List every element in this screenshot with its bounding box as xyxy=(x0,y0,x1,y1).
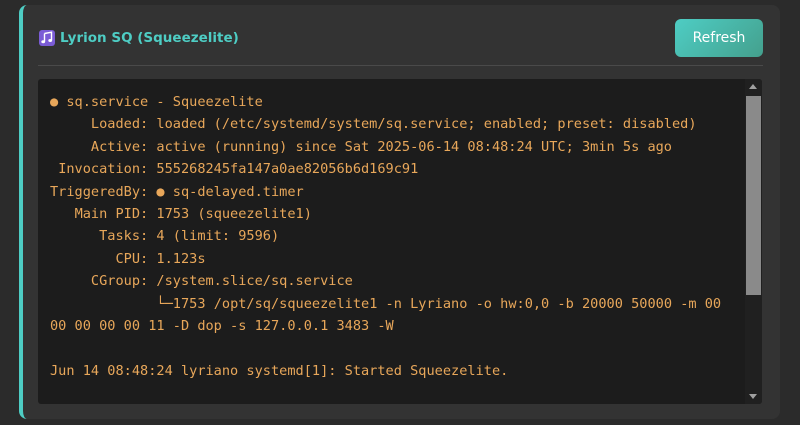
log-line: Loaded: loaded (/etc/systemd/system/sq.s… xyxy=(50,116,697,133)
log-scrollbar[interactable] xyxy=(745,79,762,404)
log-line: └─1753 /opt/sq/squeezelite1 -n Lyriano -… xyxy=(50,295,730,335)
log-line: TriggeredBy: ● sq-delayed.timer xyxy=(50,183,304,200)
log-line: CPU: 1.123s xyxy=(50,250,206,267)
log-content: ● sq.service - Squeezelite Loaded: loade… xyxy=(50,91,734,382)
log-line: Main PID: 1753 (squeezelite1) xyxy=(50,206,312,223)
log-line: Jun 14 08:48:24 lyriano systemd[1]: Star… xyxy=(50,362,509,379)
header-divider xyxy=(38,65,763,66)
log-line: CGroup: /system.slice/sq.service xyxy=(50,273,353,290)
music-note-icon xyxy=(39,30,55,46)
scroll-up-icon[interactable] xyxy=(749,84,757,89)
card-title: Lyrion SQ (Squeezelite) xyxy=(38,29,239,47)
card-header: Lyrion SQ (Squeezelite) Refresh xyxy=(23,5,780,66)
refresh-button[interactable]: Refresh xyxy=(675,19,763,57)
scroll-down-icon[interactable] xyxy=(749,394,757,399)
log-line: Active: active (running) since Sat 2025-… xyxy=(50,138,672,155)
log-line: Invocation: 555268245fa147a0ae82056b6d16… xyxy=(50,161,419,178)
service-status-log[interactable]: ● sq.service - Squeezelite Loaded: loade… xyxy=(38,79,762,404)
log-line: Tasks: 4 (limit: 9596) xyxy=(50,228,280,245)
card-title-text: Lyrion SQ (Squeezelite) xyxy=(60,30,239,46)
service-card: Lyrion SQ (Squeezelite) Refresh ● sq.ser… xyxy=(19,5,780,419)
scroll-thumb[interactable] xyxy=(746,96,761,295)
log-line: ● sq.service - Squeezelite xyxy=(50,94,263,110)
